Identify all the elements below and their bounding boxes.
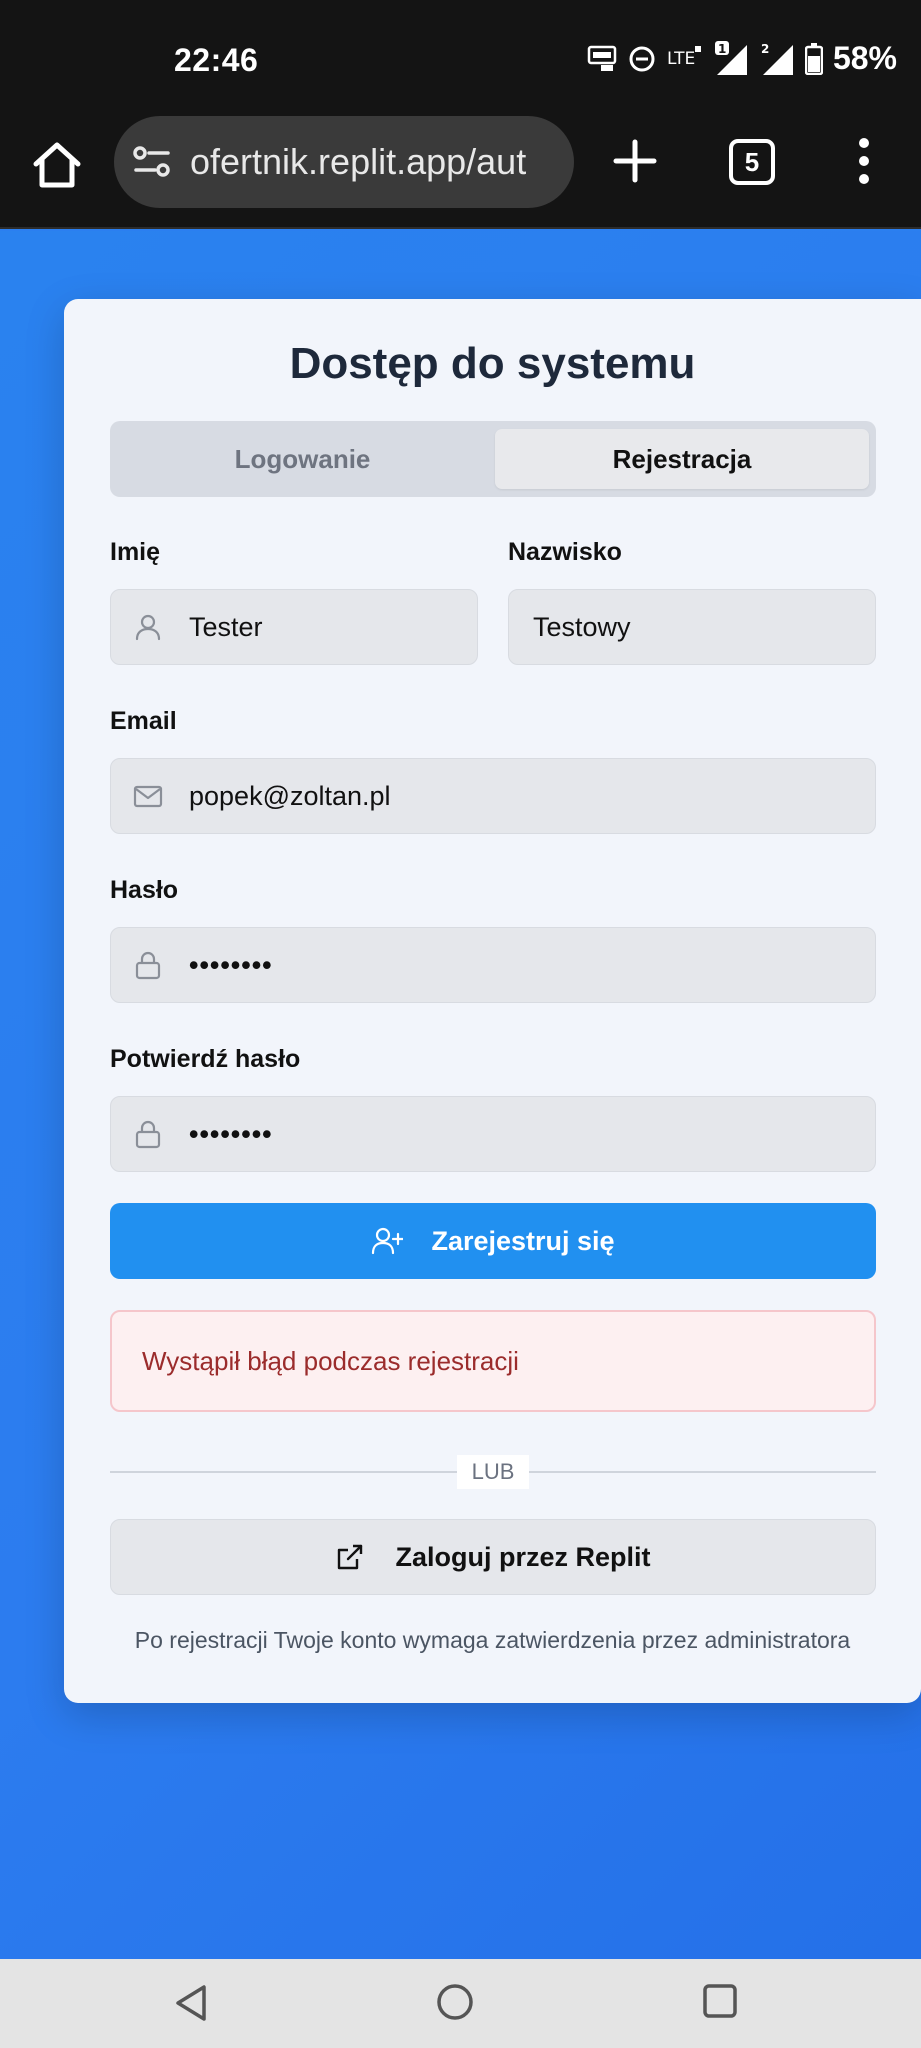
signal-2-icon: 2: [761, 42, 793, 75]
tab-login[interactable]: Logowanie: [116, 429, 489, 489]
divider-label: LUB: [457, 1455, 529, 1489]
status-icons: LTE 1 2 58%: [587, 40, 897, 77]
confirm-password-field[interactable]: ••••••••: [110, 1096, 876, 1172]
password-value: ••••••••: [189, 949, 273, 980]
tabs-button[interactable]: 5: [729, 139, 775, 185]
system-nav-bar: [0, 1959, 921, 2048]
lock-icon: [135, 951, 161, 980]
replit-login-button-label: Zaloguj przez Replit: [395, 1541, 651, 1572]
more-menu-icon[interactable]: [855, 136, 873, 186]
browser-toolbar: ofertnik.replit.app/aut 5: [0, 112, 921, 229]
error-message: Wystąpił błąd podczas rejestracji: [142, 1345, 519, 1376]
user-plus-icon: [372, 1227, 404, 1255]
auth-card: Dostęp do systemu Logowanie Rejestracja …: [64, 299, 921, 1703]
dnd-icon: [629, 46, 655, 71]
recent-apps-icon[interactable]: [702, 1983, 738, 2019]
home-icon[interactable]: [30, 138, 84, 192]
first-name-value: Tester: [189, 611, 263, 642]
last-name-value: Testowy: [533, 611, 631, 642]
password-field[interactable]: ••••••••: [110, 927, 876, 1003]
lte-icon: LTE: [667, 45, 701, 69]
error-alert: Wystąpił błąd podczas rejestracji: [110, 1310, 876, 1412]
status-bar: 22:46 LTE 1 2 58%: [0, 0, 921, 112]
auth-tabs: Logowanie Rejestracja: [110, 421, 876, 497]
email-value: popek@zoltan.pl: [189, 780, 391, 811]
last-name-field[interactable]: Testowy: [508, 589, 876, 665]
svg-text:LTE: LTE: [667, 49, 695, 69]
email-field[interactable]: popek@zoltan.pl: [110, 758, 876, 834]
confirm-password-label: Potwierdź hasło: [110, 1045, 301, 1073]
email-label: Email: [110, 707, 177, 735]
battery-icon: [804, 42, 823, 75]
address-bar[interactable]: ofertnik.replit.app/aut: [114, 116, 574, 208]
svg-text:1: 1: [718, 42, 726, 56]
first-name-field[interactable]: Tester: [110, 589, 478, 665]
back-icon[interactable]: [172, 1983, 212, 2023]
replit-login-button[interactable]: Zaloguj przez Replit: [110, 1519, 876, 1595]
mail-icon: [133, 785, 163, 808]
password-label: Hasło: [110, 876, 179, 904]
first-name-label: Imię: [110, 538, 161, 566]
user-icon: [135, 614, 161, 641]
register-button[interactable]: Zarejestruj się: [110, 1203, 876, 1279]
battery-percent: 58%: [832, 40, 897, 76]
signal-1-icon: 1: [714, 40, 747, 75]
lock-icon: [135, 1120, 161, 1149]
page-title: Dostęp do systemu: [289, 339, 696, 388]
external-link-icon: [338, 1544, 363, 1570]
last-name-label: Nazwisko: [508, 538, 622, 566]
approval-note: Po rejestracji Twoje konto wymaga zatwie…: [134, 1627, 851, 1653]
new-tab-icon[interactable]: [612, 138, 658, 184]
auto-hz-icon: [587, 45, 617, 71]
register-button-label: Zarejestruj się: [431, 1225, 615, 1256]
confirm-password-value: ••••••••: [189, 1118, 273, 1149]
status-time: 22:46: [174, 42, 259, 78]
url-text[interactable]: ofertnik.replit.app/aut: [190, 141, 526, 183]
tab-register[interactable]: Rejestracja: [495, 429, 869, 489]
svg-text:2: 2: [761, 42, 769, 56]
site-settings-icon[interactable]: [132, 144, 172, 180]
home-nav-icon[interactable]: [434, 1981, 476, 2023]
